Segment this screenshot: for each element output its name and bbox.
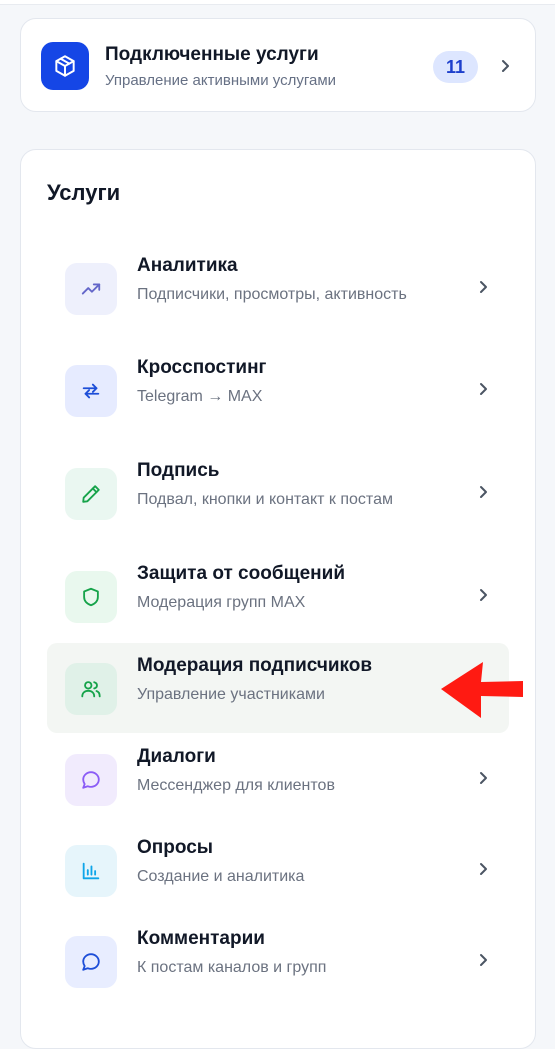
box-icon [41, 42, 89, 90]
service-desc: К постам каналов и групп [137, 959, 327, 976]
red-arrow-icon [441, 660, 525, 725]
connected-services-card[interactable]: Подключенные услуги Управление активными… [20, 18, 536, 112]
top-edge [0, 0, 555, 5]
services-card: Услуги Аналитика Подписчики, просмотры, … [20, 149, 536, 1049]
chevron-right-icon [476, 382, 490, 396]
chat-icon [65, 754, 117, 806]
service-item-analytics[interactable]: Аналитика Подписчики, просмотры, активно… [47, 243, 509, 333]
service-item-subscriber-moderation[interactable]: Модерация подписчиков Управление участни… [47, 643, 509, 733]
service-item-crossposting[interactable]: Кросспостинг Telegram → MAX [47, 345, 509, 435]
trend-up-icon [65, 263, 117, 315]
service-item-signature[interactable]: Подпись Подвал, кнопки и контакт к поста… [47, 448, 509, 538]
users-icon [65, 663, 117, 715]
chevron-right-icon [476, 588, 490, 602]
service-title: Опросы [137, 837, 214, 858]
comment-icon [65, 936, 117, 988]
service-item-comments[interactable]: Комментарии К постам каналов и групп [47, 916, 509, 1006]
service-title: Кросспостинг [137, 357, 267, 378]
service-title: Подпись [137, 460, 220, 481]
service-title: Защита от сообщений [137, 563, 345, 584]
service-title: Модерация подписчиков [137, 655, 373, 676]
chevron-right-icon [498, 59, 512, 73]
service-item-dialogs[interactable]: Диалоги Мессенджер для клиентов [47, 734, 509, 824]
service-desc: Модерация групп MAX [137, 594, 306, 611]
connected-services-title: Подключенные услуги [105, 44, 319, 65]
pencil-icon [65, 468, 117, 520]
service-title: Комментарии [137, 928, 265, 949]
service-desc: Создание и аналитика [137, 868, 305, 885]
shield-icon [65, 571, 117, 623]
section-title: Услуги [47, 180, 121, 205]
service-desc: Подписчики, просмотры, активность [137, 286, 407, 303]
service-desc: Подвал, кнопки и контакт к постам [137, 491, 393, 508]
repost-icon [65, 365, 117, 417]
service-desc: Управление участниками [137, 686, 325, 703]
chevron-right-icon [476, 280, 490, 294]
service-desc: Telegram → MAX [137, 388, 263, 405]
service-title: Аналитика [137, 255, 238, 276]
chevron-right-icon [476, 862, 490, 876]
chevron-right-icon [476, 953, 490, 967]
chevron-right-icon [476, 771, 490, 785]
connected-services-subtitle: Управление активными услугами [105, 72, 337, 89]
service-item-protection[interactable]: Защита от сообщений Модерация групп MAX [47, 551, 509, 641]
count-badge: 11 [433, 51, 478, 83]
bar-chart-icon [65, 845, 117, 897]
service-desc: Мессенджер для клиентов [137, 777, 335, 794]
service-item-polls[interactable]: Опросы Создание и аналитика [47, 825, 509, 915]
chevron-right-icon [476, 485, 490, 499]
service-title: Диалоги [137, 746, 216, 767]
